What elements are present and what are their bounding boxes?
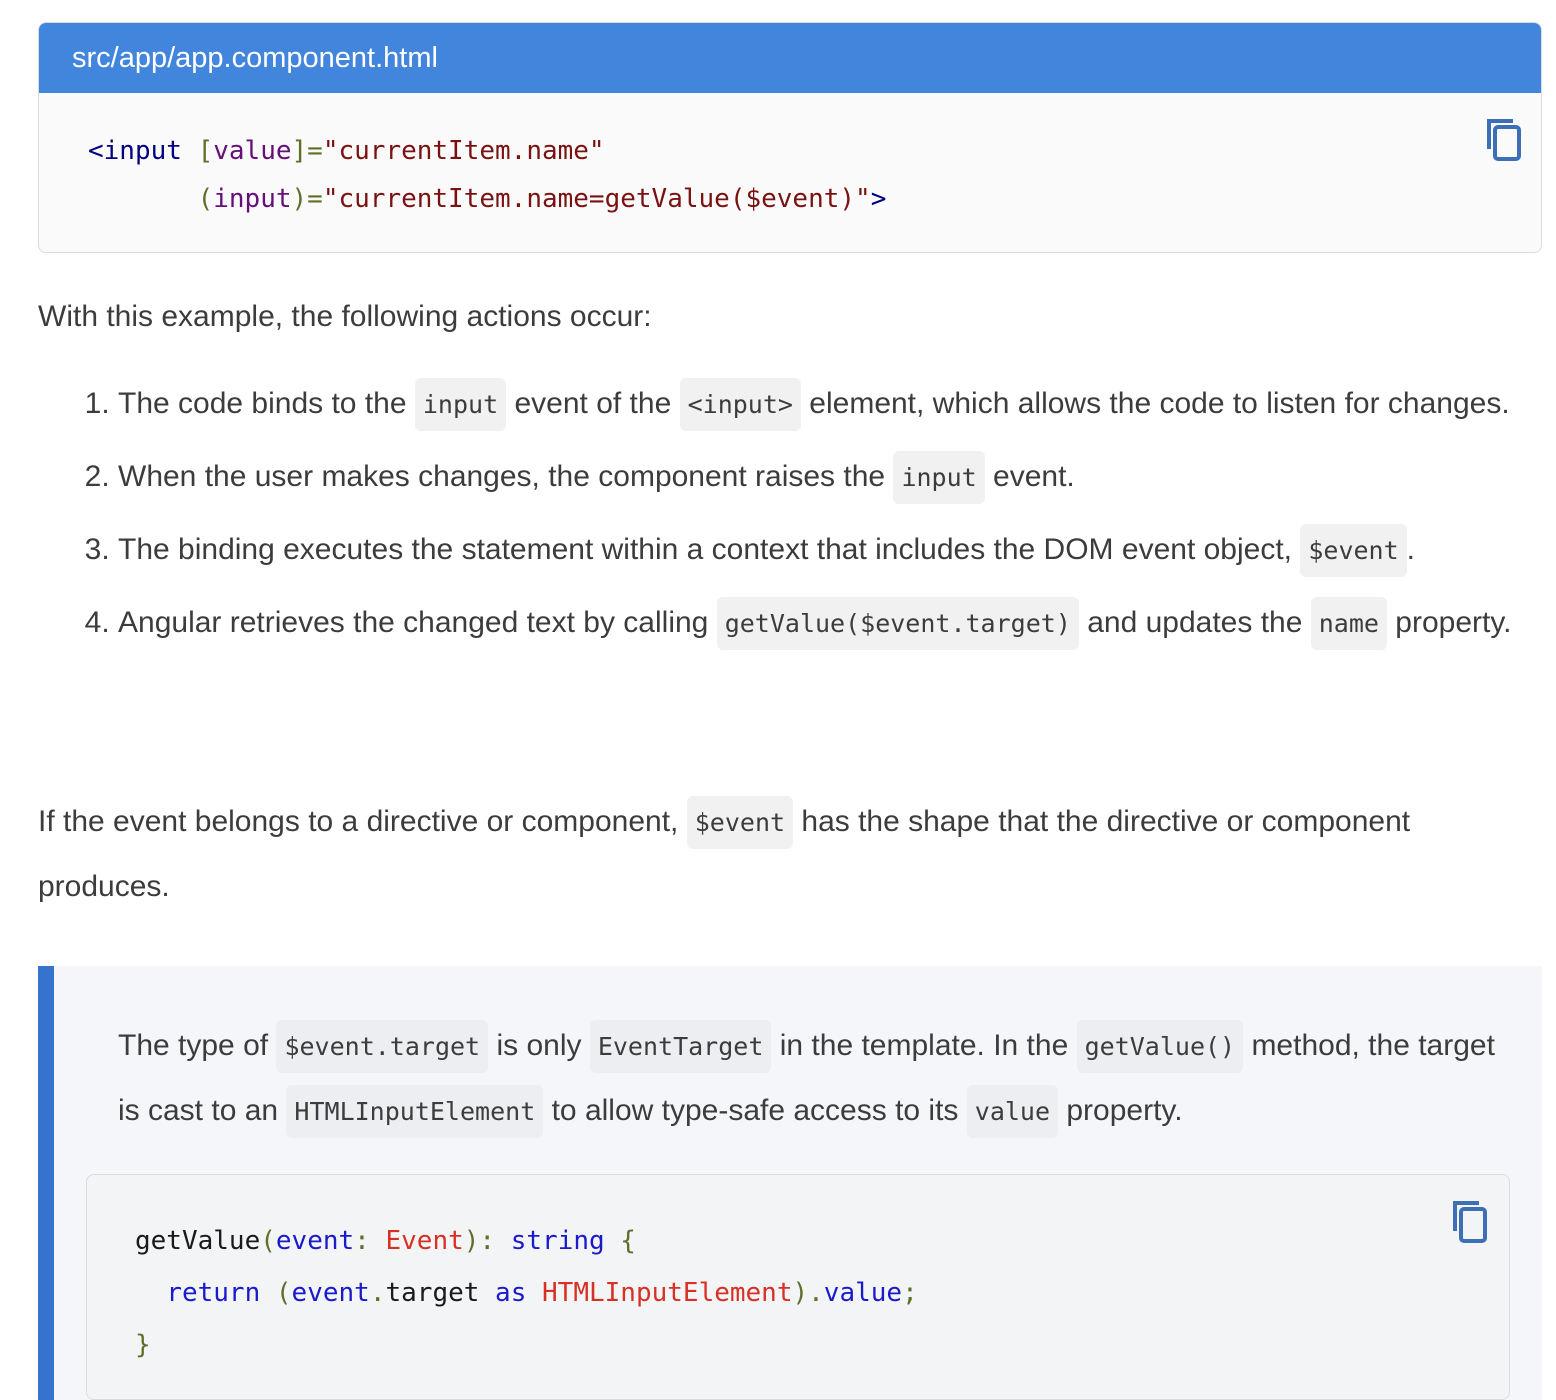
code-token: event	[291, 1278, 370, 1308]
text-run: The binding executes the statement withi…	[118, 533, 1301, 566]
inline-code: getValue()	[1076, 1020, 1244, 1073]
text-run: If the event belongs to a directive or c…	[38, 805, 687, 838]
code-line: <input [value]="currentItem.name"	[88, 127, 1541, 175]
code-token: .	[369, 1278, 386, 1308]
code-token: <input	[88, 136, 198, 166]
list-item: Angular retrieves the changed text by ca…	[118, 597, 1518, 650]
code-token: (	[260, 1226, 276, 1256]
code-block: <input [value]="currentItem.name" (input…	[39, 93, 1541, 223]
code-line: getValue(event: Event): string {	[135, 1215, 1509, 1267]
event-shape-paragraph: If the event belongs to a directive or c…	[38, 790, 1518, 919]
inline-code: HTMLInputElement	[286, 1085, 544, 1138]
code-token: as	[479, 1278, 543, 1308]
code-token: return	[166, 1278, 261, 1308]
code-line: }	[135, 1319, 1509, 1371]
inline-code: getValue($event.target)	[716, 597, 1079, 650]
list-item: When the user makes changes, the compone…	[118, 451, 1518, 504]
code-token: target	[385, 1278, 480, 1308]
text-run: The code binds to the	[118, 387, 415, 420]
inline-code: input	[893, 451, 985, 504]
code-token: string	[510, 1226, 605, 1256]
code-token: input	[213, 184, 292, 214]
text-run: in the template. In the	[771, 1029, 1077, 1062]
inline-code: input	[414, 378, 507, 431]
text-run: to allow type-safe access to its	[543, 1094, 967, 1127]
code-token: value	[823, 1278, 903, 1308]
code-token: ;	[902, 1278, 918, 1308]
callout-code-panel: getValue(event: Event): string { return …	[86, 1174, 1510, 1400]
text-run: event of the	[506, 387, 680, 420]
code-token: )=	[291, 184, 323, 214]
code-token: HTMLInputElement	[542, 1278, 793, 1308]
text-run: event.	[984, 460, 1075, 493]
text-run: is only	[488, 1029, 590, 1062]
copy-code-button[interactable]	[1449, 1197, 1491, 1245]
inline-code: value	[966, 1085, 1059, 1138]
text-run: .	[1406, 533, 1415, 566]
inline-code: EventTarget	[589, 1020, 772, 1073]
code-token: Event	[385, 1226, 464, 1256]
copy-icon	[1449, 1197, 1491, 1245]
inline-code: $event	[686, 796, 794, 849]
list-item: The binding executes the statement withi…	[118, 524, 1518, 577]
code-example-panel: src/app/app.component.html <input [value…	[38, 22, 1542, 253]
text-run: element, which allows the code to listen…	[800, 387, 1510, 420]
callout-text: The type of $event.target is only EventT…	[118, 1014, 1508, 1144]
actions-list: The code binds to the input event of the…	[38, 378, 1518, 672]
code-line: (input)="currentItem.name=getValue($even…	[88, 175, 1541, 223]
code-token: event	[275, 1226, 355, 1256]
code-token: "currentItem.name=getValue($event)"	[322, 184, 871, 214]
text-run: and updates the	[1078, 606, 1311, 639]
inline-code: <input>	[679, 378, 801, 431]
code-token: >	[870, 184, 887, 214]
text-run: Angular retrieves the changed text by ca…	[118, 606, 717, 639]
note-callout: The type of $event.target is only EventT…	[38, 966, 1542, 1400]
code-token: (	[260, 1278, 292, 1308]
intro-text: With this example, the following actions…	[38, 300, 652, 333]
text-run: The type of	[118, 1029, 277, 1062]
code-token: ]=	[291, 136, 323, 166]
inline-code: $event.target	[276, 1020, 489, 1073]
code-token: (	[197, 184, 214, 214]
inline-code: $event	[1300, 524, 1407, 577]
code-token: }	[135, 1330, 151, 1360]
text-run: property.	[1386, 606, 1512, 639]
code-token: {	[604, 1226, 636, 1256]
list-item: The code binds to the input event of the…	[118, 378, 1518, 431]
inline-code: name	[1310, 597, 1387, 650]
code-token: [	[197, 136, 214, 166]
code-token: getValue	[135, 1226, 261, 1256]
code-token: ).	[792, 1278, 824, 1308]
text-run: property.	[1058, 1094, 1183, 1127]
code-block: getValue(event: Event): string { return …	[87, 1175, 1509, 1371]
code-token: value	[213, 136, 292, 166]
code-token: "currentItem.name"	[322, 136, 605, 166]
copy-icon	[1483, 115, 1525, 163]
code-token: ):	[463, 1226, 511, 1256]
code-token: :	[354, 1226, 386, 1256]
copy-code-button[interactable]	[1483, 115, 1525, 163]
code-line: return (event.target as HTMLInputElement…	[135, 1267, 1509, 1319]
code-filename-header: src/app/app.component.html	[39, 23, 1541, 93]
text-run: When the user makes changes, the compone…	[118, 460, 894, 493]
